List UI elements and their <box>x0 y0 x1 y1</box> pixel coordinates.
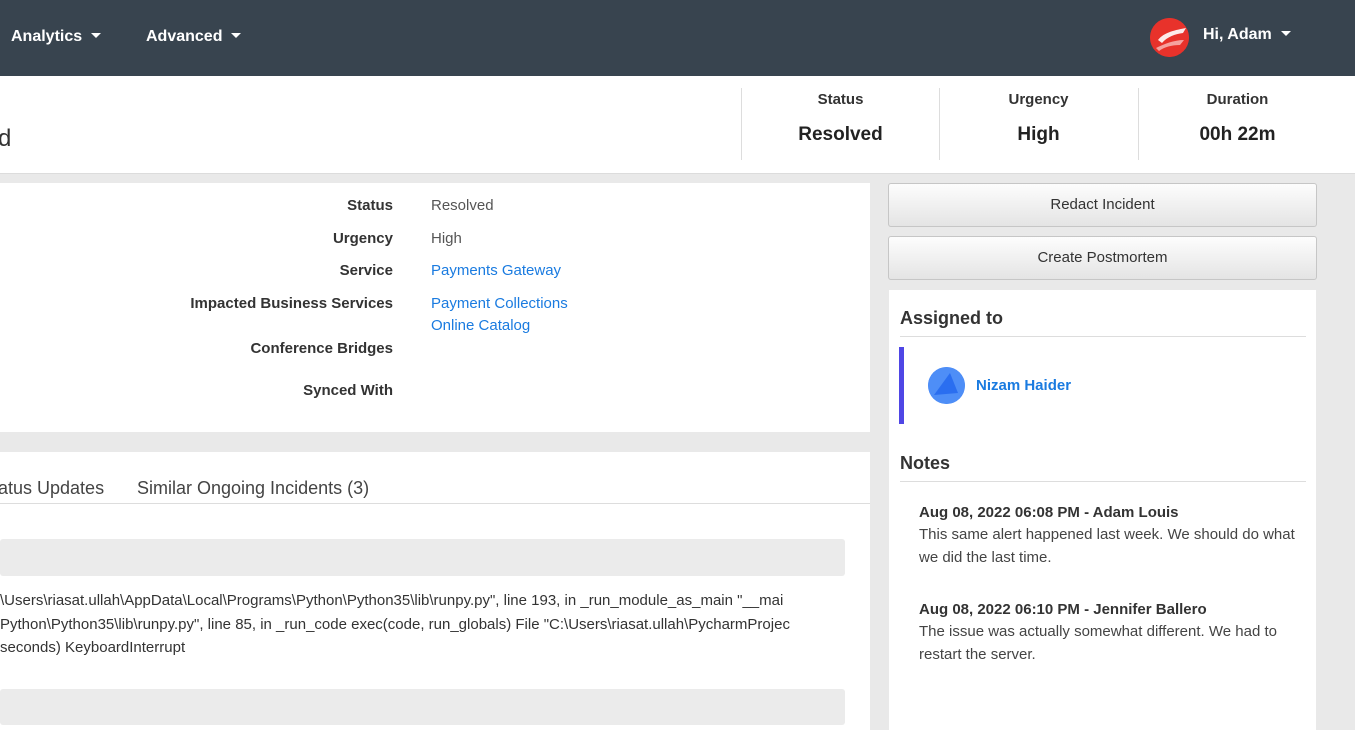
nav-advanced-dropdown[interactable]: Advanced <box>146 28 242 46</box>
incident-header: d Status Resolved Urgency High Duration … <box>0 76 1355 174</box>
assigned-to-title: Assigned to <box>900 308 1004 328</box>
divider <box>900 481 1306 482</box>
top-navbar: Analytics Advanced Hi, Adam <box>0 0 1355 76</box>
service-label: Service <box>339 262 393 279</box>
user-avatar[interactable] <box>1150 18 1189 57</box>
user-logo-icon <box>1150 18 1189 57</box>
nav-analytics-dropdown[interactable]: Analytics <box>11 28 102 46</box>
note-body: The issue was actually somewhat differen… <box>919 623 1277 663</box>
tab-bar: atus Updates Similar Ongoing Incidents (… <box>0 452 870 504</box>
impacted-services-label: Impacted Business Services <box>190 295 393 312</box>
tab-status-updates[interactable]: atus Updates <box>0 478 104 499</box>
chevron-down-icon <box>91 33 102 38</box>
note-header: Aug 08, 2022 06:08 PM - Adam Louis <box>919 504 1179 521</box>
note-body: This same alert happened last week. We s… <box>919 526 1295 566</box>
impacted-service-link[interactable]: Online Catalog <box>431 317 530 334</box>
nav-advanced-label: Advanced <box>146 28 223 45</box>
log-entry-header <box>0 539 845 576</box>
chevron-down-icon <box>1280 31 1291 36</box>
page-title: d <box>0 125 12 152</box>
header-stat-duration: Duration 00h 22m <box>1138 88 1336 160</box>
user-menu-dropdown[interactable]: Hi, Adam <box>1203 26 1291 44</box>
stat-label: Urgency <box>1008 91 1069 108</box>
incident-details-card: Status Resolved Urgency High Service Pay… <box>0 183 870 432</box>
notes-title: Notes <box>900 453 951 473</box>
note-item: Aug 08, 2022 06:10 PM - Jennifer Ballero… <box>919 601 1299 666</box>
assignee-item: Nizam Haider <box>899 347 1199 424</box>
incident-tabs-card: atus Updates Similar Ongoing Incidents (… <box>0 452 870 730</box>
divider <box>900 336 1306 337</box>
status-label: Status <box>347 197 393 214</box>
nav-analytics-label: Analytics <box>11 28 83 45</box>
avatar <box>928 367 965 404</box>
assignment-notes-card: Assigned to Nizam Haider Notes Aug 08, 2… <box>889 290 1316 730</box>
log-line: \Users\riasat.ullah\AppData\Local\Progra… <box>0 592 784 609</box>
log-line: Python\Python35\lib\runpy.py", line 85, … <box>0 615 790 633</box>
chevron-down-icon <box>231 33 242 38</box>
log-traceback: \Users\riasat.ullah\AppData\Local\Progra… <box>0 589 845 660</box>
header-stat-urgency: Urgency High <box>939 88 1137 160</box>
create-postmortem-button[interactable]: Create Postmortem <box>888 236 1317 280</box>
header-stat-status: Status Resolved <box>741 88 939 160</box>
status-value: Resolved <box>431 197 494 214</box>
stat-label: Duration <box>1206 91 1269 108</box>
log-line: seconds) KeyboardInterrupt <box>0 639 186 656</box>
note-header: Aug 08, 2022 06:10 PM - Jennifer Ballero <box>919 601 1207 618</box>
stat-label: Status <box>817 91 864 108</box>
note-item: Aug 08, 2022 06:08 PM - Adam Louis This … <box>919 504 1299 569</box>
stat-value: Resolved <box>798 124 883 145</box>
urgency-label: Urgency <box>332 230 393 247</box>
redact-incident-button[interactable]: Redact Incident <box>888 183 1317 227</box>
tab-similar-incidents[interactable]: Similar Ongoing Incidents (3) <box>137 478 369 499</box>
urgency-value: High <box>431 230 462 247</box>
synced-with-label: Synced With <box>303 382 393 399</box>
impacted-service-link[interactable]: Payment Collections <box>431 295 568 312</box>
user-avatar-icon <box>928 367 965 404</box>
stat-value: High <box>1017 124 1060 145</box>
service-link[interactable]: Payments Gateway <box>431 262 561 279</box>
stat-value: 00h 22m <box>1199 124 1276 145</box>
assignee-name-link[interactable]: Nizam Haider <box>976 377 1071 394</box>
log-entry-header <box>0 689 845 725</box>
conference-bridges-label: Conference Bridges <box>250 340 393 357</box>
user-greeting: Hi, Adam <box>1203 26 1272 43</box>
